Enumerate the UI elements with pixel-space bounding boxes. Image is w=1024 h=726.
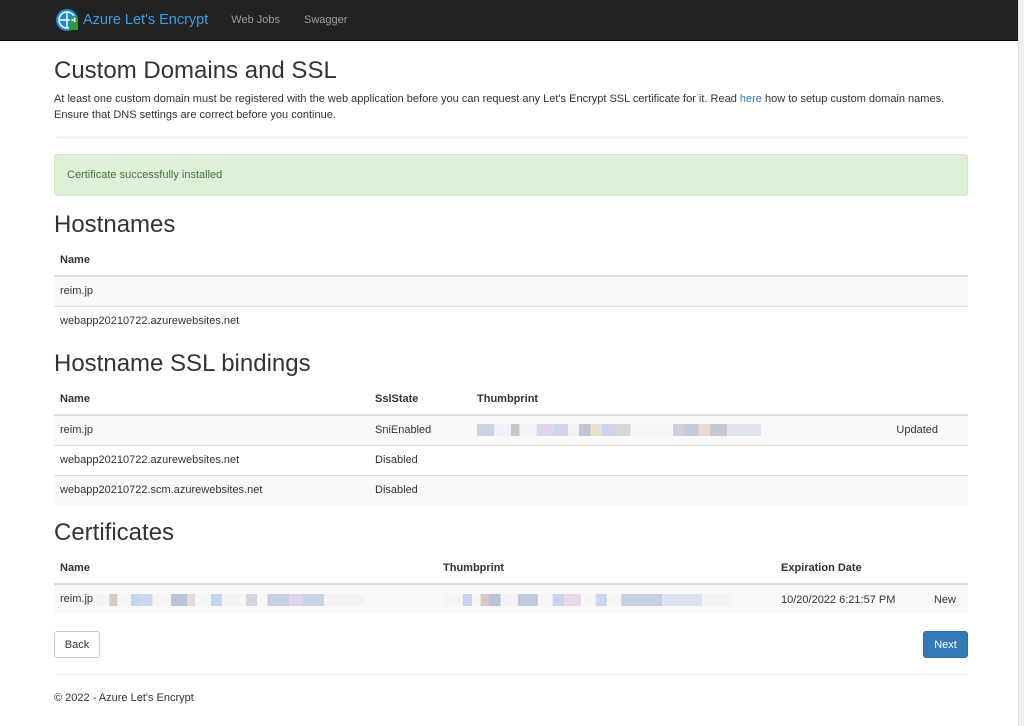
table-row: webapp20210722.azurewebsites.net bbox=[54, 305, 968, 336]
certificate-name-cell: reim.jp bbox=[54, 584, 437, 614]
thumbprint-cell bbox=[471, 474, 865, 505]
lets-encrypt-logo-icon bbox=[54, 7, 80, 33]
page-scrollbar[interactable] bbox=[1018, 0, 1024, 726]
column-header-status bbox=[921, 553, 968, 585]
certificate-name: reim.jp bbox=[60, 593, 94, 606]
brand-title: Azure Let's Encrypt bbox=[83, 12, 209, 28]
navbar: Azure Let's Encrypt Web Jobs Swagger bbox=[0, 0, 1024, 41]
bindings-title: Hostname SSL bindings bbox=[54, 350, 311, 377]
column-header-thumbprint: Thumbprint bbox=[437, 553, 775, 585]
footer-divider bbox=[54, 674, 968, 675]
status-cell bbox=[864, 474, 968, 505]
redacted-thumbprint bbox=[443, 593, 731, 606]
hostnames-title: Hostnames bbox=[54, 211, 176, 238]
back-button[interactable]: Back bbox=[54, 631, 100, 658]
table-row: reim.jp SniEnabled Updated bbox=[54, 415, 968, 445]
certificates-table: Name Thumbprint Expiration Date reim.jp … bbox=[54, 553, 968, 614]
column-header-name: Name bbox=[54, 245, 968, 277]
thumbprint-cell bbox=[471, 444, 865, 475]
column-header-name: Name bbox=[54, 384, 369, 416]
ssl-state-cell: Disabled bbox=[369, 474, 471, 505]
nav-web-jobs[interactable]: Web Jobs bbox=[231, 14, 280, 26]
binding-name-cell: webapp20210722.scm.azurewebsites.net bbox=[54, 474, 369, 505]
hostname-cell: reim.jp bbox=[54, 276, 968, 306]
certificates-title: Certificates bbox=[54, 519, 175, 546]
status-cell: New bbox=[921, 584, 968, 614]
next-button[interactable]: Next bbox=[923, 631, 968, 658]
divider bbox=[54, 137, 968, 138]
thumbprint-cell bbox=[471, 415, 865, 445]
expiration-cell: 10/20/2022 6:21:57 PM bbox=[775, 584, 922, 614]
binding-name-cell: reim.jp bbox=[54, 415, 369, 445]
hostnames-table: Name reim.jp webapp20210722.azurewebsite… bbox=[54, 245, 968, 336]
redacted-thumbprint bbox=[477, 424, 761, 437]
success-alert: Certificate successfully installed bbox=[54, 154, 968, 196]
status-cell bbox=[864, 444, 968, 475]
column-header-name: Name bbox=[54, 553, 437, 585]
nav-swagger[interactable]: Swagger bbox=[304, 14, 347, 26]
status-cell: Updated bbox=[864, 415, 968, 445]
ssl-state-cell: SniEnabled bbox=[369, 415, 471, 445]
intro-text: At least one custom domain must be regis… bbox=[54, 91, 968, 123]
table-row: webapp20210722.azurewebsites.net Disable… bbox=[54, 444, 968, 475]
help-link[interactable]: here bbox=[740, 93, 762, 105]
table-row: reim.jp 10/20/2022 6:21:57 PM New bbox=[54, 584, 968, 614]
redacted-certificate-name bbox=[96, 593, 365, 606]
hostname-cell: webapp20210722.azurewebsites.net bbox=[54, 305, 968, 336]
column-header-expiration: Expiration Date bbox=[775, 553, 922, 585]
column-header-status bbox=[864, 384, 968, 416]
footer-copyright: © 2022 - Azure Let's Encrypt bbox=[54, 692, 194, 704]
page-title: Custom Domains and SSL bbox=[54, 57, 337, 84]
column-header-sslstate: SslState bbox=[369, 384, 471, 416]
ssl-bindings-table: Name SslState Thumbprint reim.jp SniEnab… bbox=[54, 384, 968, 505]
brand-link[interactable]: Azure Let's Encrypt bbox=[54, 7, 208, 33]
intro-text-start: At least one custom domain must be regis… bbox=[54, 93, 740, 105]
ssl-state-cell: Disabled bbox=[369, 444, 471, 475]
table-row: webapp20210722.scm.azurewebsites.net Dis… bbox=[54, 474, 968, 505]
table-row: reim.jp bbox=[54, 276, 968, 306]
column-header-thumbprint: Thumbprint bbox=[471, 384, 865, 416]
binding-name-cell: webapp20210722.azurewebsites.net bbox=[54, 444, 369, 475]
thumbprint-cell bbox=[437, 584, 775, 614]
